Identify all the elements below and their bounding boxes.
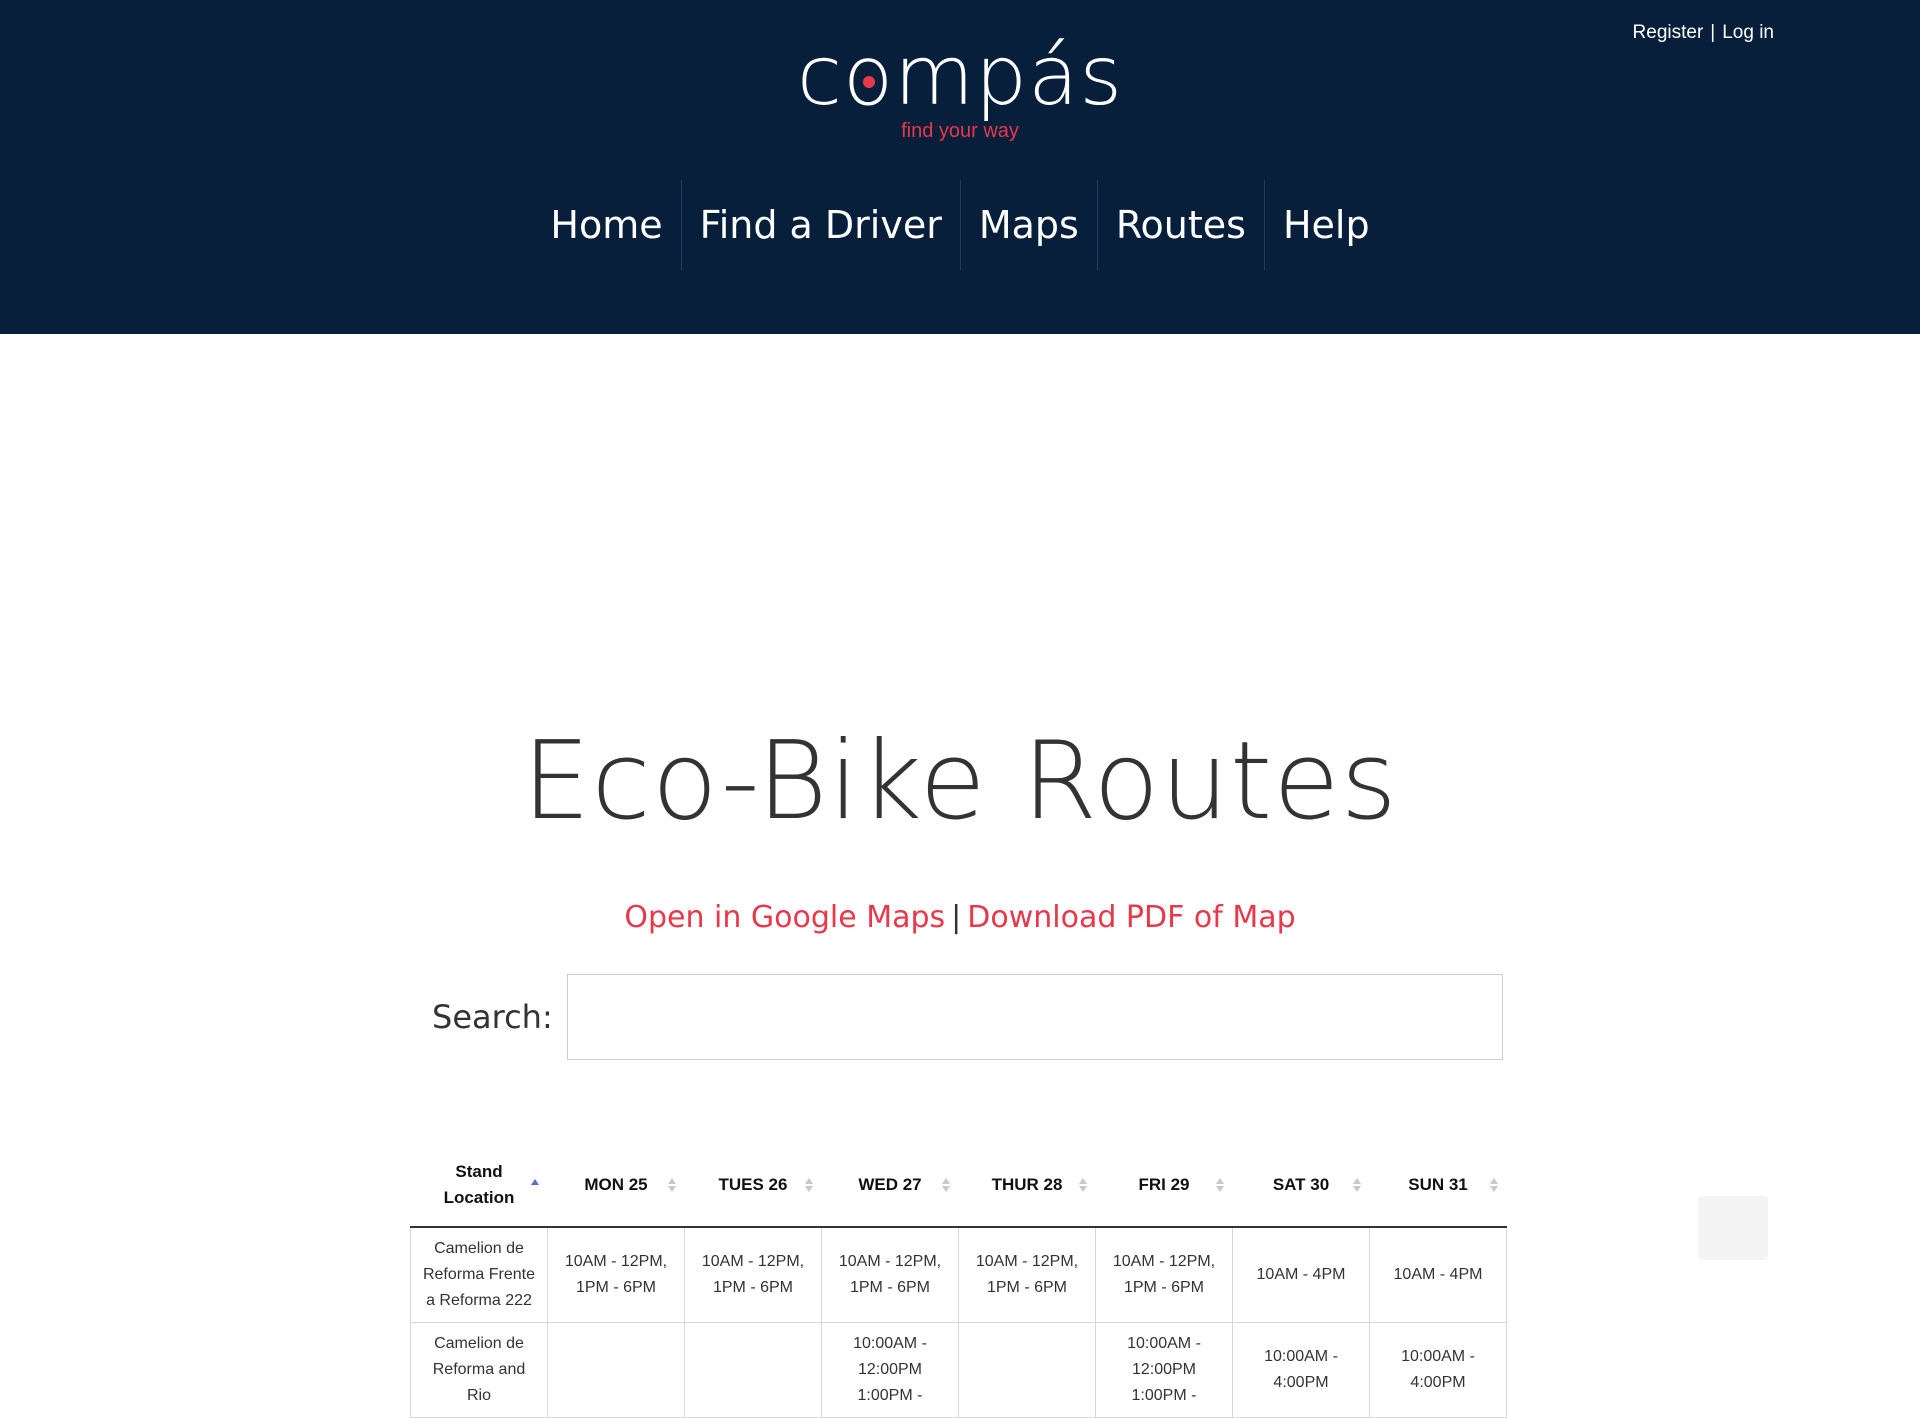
table-cell: 10:00AM - 12:00PM 1:00PM - [821, 1322, 959, 1418]
sort-ascending-icon [530, 1179, 539, 1185]
search-label: Search: [432, 998, 553, 1036]
column-header-label: Stand Location [443, 1162, 515, 1207]
search-input[interactable] [566, 974, 1503, 1060]
logo-text-suffix: mpás [894, 29, 1124, 124]
column-header-label: SUN 31 [1408, 1175, 1468, 1194]
column-header-label: WED 27 [858, 1175, 922, 1194]
download-pdf-link[interactable]: Download PDF of Map [967, 900, 1295, 935]
table-cell: 10:00AM - 4:00PM [1369, 1322, 1507, 1418]
table-row: Camelion de Reforma and Rio 10:00AM - 12… [410, 1322, 1507, 1418]
nav-item-routes[interactable]: Routes [1096, 180, 1264, 270]
column-header-label: MON 25 [584, 1175, 648, 1194]
sort-icon [1215, 1178, 1224, 1192]
table-cell [958, 1322, 1096, 1418]
routes-table-wrap: Stand Location MON 25 TUES 26 WED 27 THU… [410, 1144, 1507, 1418]
logo-text-prefix: c [796, 29, 843, 124]
table-cell: 10AM - 4PM [1232, 1227, 1370, 1323]
page-title: Eco-Bike Routes [522, 719, 1398, 844]
column-header-label: FRI 29 [1138, 1175, 1190, 1194]
nav-item-home[interactable]: Home [532, 180, 680, 270]
nav-item-find-a-driver[interactable]: Find a Driver [680, 180, 960, 270]
column-header-label: SAT 30 [1272, 1175, 1330, 1194]
table-cell-location: Camelion de Reforma and Rio [410, 1322, 548, 1418]
table-cell: 10AM - 12PM, 1PM - 6PM [958, 1227, 1096, 1323]
sort-icon [804, 1178, 813, 1192]
map-links: Open in Google Maps | Download PDF of Map [0, 900, 1920, 935]
routes-table: Stand Location MON 25 TUES 26 WED 27 THU… [410, 1144, 1507, 1418]
table-cell: 10AM - 12PM, 1PM - 6PM [821, 1227, 959, 1323]
sort-icon [667, 1178, 676, 1192]
faded-overlay-button[interactable] [1698, 1196, 1768, 1260]
column-header-label: THUR 28 [991, 1175, 1063, 1194]
nav-item-help[interactable]: Help [1263, 180, 1388, 270]
logo[interactable]: compás [0, 32, 1920, 122]
table-header-row: Stand Location MON 25 TUES 26 WED 27 THU… [410, 1144, 1507, 1228]
logo-wordmark: compás [797, 32, 1123, 122]
compass-dot [862, 76, 875, 89]
sort-icon [941, 1178, 950, 1192]
column-header-sat[interactable]: SAT 30 [1232, 1144, 1370, 1228]
table-cell: 10:00AM - 12:00PM 1:00PM - [1095, 1322, 1233, 1418]
table-cell: 10AM - 12PM, 1PM - 6PM [1095, 1227, 1233, 1323]
column-header-label: TUES 26 [718, 1175, 788, 1194]
sort-icon [1352, 1178, 1361, 1192]
table-cell: 10AM - 4PM [1369, 1227, 1507, 1323]
column-header-fri[interactable]: FRI 29 [1095, 1144, 1233, 1228]
sort-icon [1078, 1178, 1087, 1192]
search-row: Search: [432, 974, 1503, 1060]
table-cell: 10AM - 12PM, 1PM - 6PM [684, 1227, 822, 1323]
links-separator: | [951, 900, 962, 935]
column-header-wed[interactable]: WED 27 [821, 1144, 959, 1228]
column-header-sun[interactable]: SUN 31 [1369, 1144, 1507, 1228]
sort-icon [1489, 1178, 1498, 1192]
compass-needle-icon: o [843, 32, 894, 122]
site-header: Register|Log in compás find your way Hom… [0, 0, 1920, 334]
table-row: Camelion de Reforma Frente a Reforma 222… [410, 1227, 1507, 1323]
nav-item-maps[interactable]: Maps [959, 180, 1097, 270]
table-cell: 10AM - 12PM, 1PM - 6PM [547, 1227, 685, 1323]
column-header-mon[interactable]: MON 25 [547, 1144, 685, 1228]
column-header-tues[interactable]: TUES 26 [684, 1144, 822, 1228]
table-cell [684, 1322, 822, 1418]
table-cell: 10:00AM - 4:00PM [1232, 1322, 1370, 1418]
column-header-stand-location[interactable]: Stand Location [410, 1144, 548, 1228]
table-cell-location: Camelion de Reforma Frente a Reforma 222 [410, 1227, 548, 1323]
logo-tagline: find your way [901, 120, 1019, 142]
main-nav: Home Find a Driver Maps Routes Help [0, 180, 1920, 270]
table-cell [547, 1322, 685, 1418]
column-header-thur[interactable]: THUR 28 [958, 1144, 1096, 1228]
open-google-maps-link[interactable]: Open in Google Maps [624, 900, 945, 935]
